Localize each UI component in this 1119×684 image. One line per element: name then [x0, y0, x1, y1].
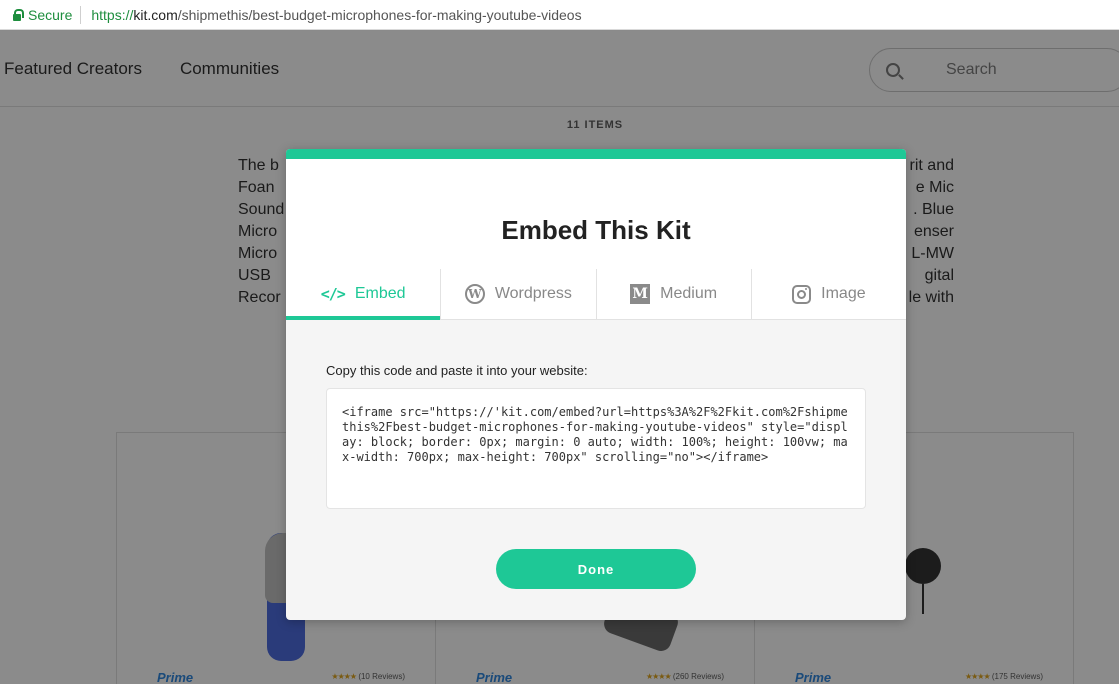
search-placeholder: Search — [946, 61, 997, 78]
review-count: (10 Reviews) — [358, 672, 405, 681]
modal-header: Embed This Kit </> Embed W Wordpress M M… — [286, 159, 906, 320]
rating: ★★★★ (10 Reviews) — [331, 672, 405, 681]
tab-label: Image — [821, 285, 866, 302]
secure-label: Secure — [28, 6, 73, 23]
lock-icon — [12, 8, 24, 21]
prime-badge: Prime — [157, 670, 194, 684]
product-image — [905, 548, 941, 614]
tab-embed[interactable]: </> Embed — [286, 269, 441, 320]
tab-label: Embed — [354, 285, 406, 302]
url-scheme: https:// — [91, 6, 134, 23]
search-icon — [886, 63, 900, 77]
tab-image[interactable]: Image — [750, 269, 906, 319]
embed-instructions: Copy this code and paste it into your we… — [326, 363, 588, 378]
review-count: (175 Reviews) — [991, 672, 1043, 681]
url-text[interactable]: https://kit.com/shipmethis/best-budget-m… — [81, 7, 581, 23]
prime-badge: Prime — [476, 670, 513, 684]
top-nav: Featured Creators Communities Search — [0, 31, 1119, 107]
tab-label: Wordpress — [494, 285, 572, 302]
medium-icon: M — [630, 284, 651, 304]
tab-wordpress[interactable]: W Wordpress — [440, 269, 595, 319]
instagram-icon — [792, 284, 812, 304]
modal-title: Embed This Kit — [501, 215, 691, 245]
code-icon: </> — [320, 285, 346, 303]
nav-communities[interactable]: Communities — [180, 59, 279, 79]
embed-code-box[interactable]: <iframe src="https://'kit.com/embed?url=… — [326, 388, 866, 509]
nav-featured-creators[interactable]: Featured Creators — [4, 59, 142, 79]
url-host: kit.com — [133, 6, 178, 23]
embed-modal: Embed This Kit </> Embed W Wordpress M M… — [286, 149, 906, 620]
address-bar[interactable]: Secure https://kit.com/shipmethis/best-b… — [0, 0, 1119, 30]
url-path: /shipmethis/best-budget-microphones-for-… — [177, 6, 582, 23]
wordpress-icon: W — [464, 284, 485, 304]
embed-tabs: </> Embed W Wordpress M Medium Image — [286, 269, 906, 320]
secure-indicator[interactable]: Secure — [12, 5, 82, 24]
done-button[interactable]: Done — [496, 549, 696, 589]
rating: ★★★★ (260 Reviews) — [645, 672, 724, 681]
prime-badge: Prime — [795, 670, 832, 684]
tab-medium[interactable]: M Medium — [595, 269, 751, 319]
review-count: (260 Reviews) — [672, 672, 724, 681]
rating: ★★★★ (175 Reviews) — [964, 672, 1043, 681]
tab-label: Medium — [660, 285, 718, 302]
modal-accent-bar — [286, 149, 906, 159]
search-field[interactable]: Search — [869, 48, 1119, 92]
items-count: 11 ITEMS — [566, 119, 624, 131]
